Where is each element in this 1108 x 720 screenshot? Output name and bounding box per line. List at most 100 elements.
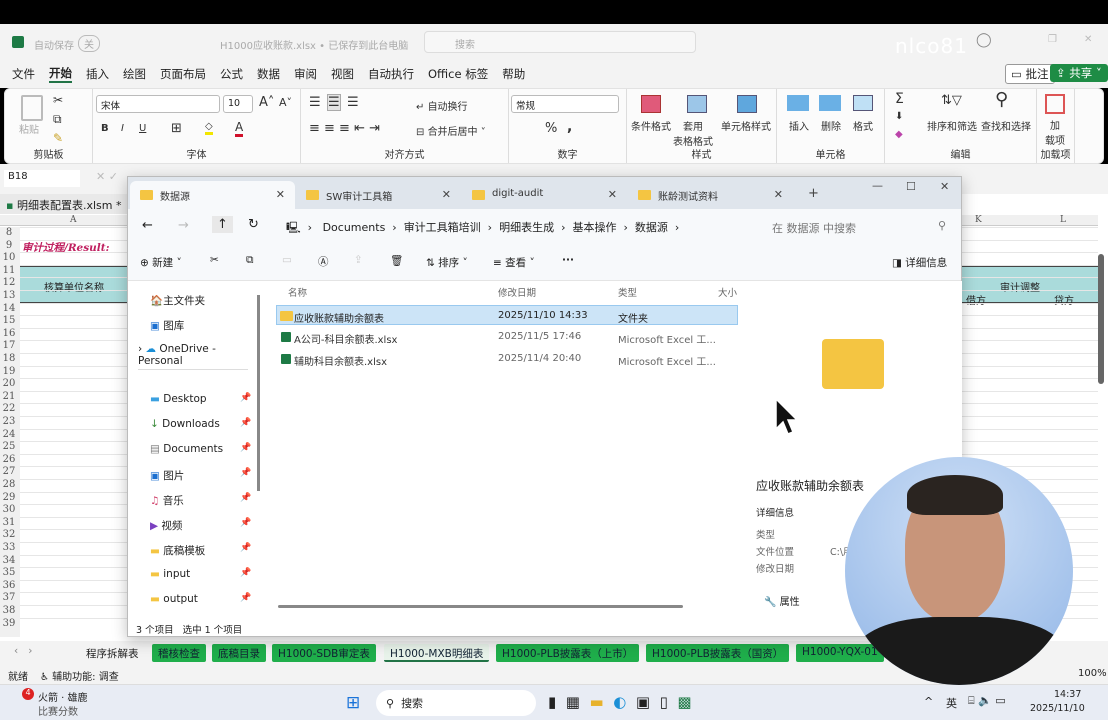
copy-icon[interactable]: ⧉	[53, 112, 62, 127]
sheet-tab-active[interactable]: H1000-MXB明细表	[384, 644, 490, 662]
align-left-icon[interactable]: ≡ ≡ ≡ ⇤ ⇥	[309, 121, 380, 136]
horizontal-scrollbar[interactable]	[278, 605, 683, 608]
nav-item[interactable]: ▬ input 📌	[150, 568, 251, 580]
more-button[interactable]: ···	[562, 254, 574, 266]
tab-review[interactable]: 审阅	[294, 66, 317, 82]
row-header[interactable]: 21	[0, 391, 18, 402]
workbook-tab[interactable]: ▪ 明细表配置表.xlsm *	[0, 194, 130, 214]
sort-filter-button[interactable]: 排序和筛选	[927, 118, 977, 133]
new-button[interactable]: ⊕ 新建 ˅	[140, 255, 182, 270]
column-size[interactable]: 大小	[718, 285, 737, 299]
delete-cells-icon[interactable]	[819, 95, 841, 111]
explorer-tab[interactable]: digit-audit ✕	[462, 181, 627, 209]
pin-icon[interactable]: 📌	[240, 493, 251, 503]
row-header[interactable]: 25	[0, 441, 18, 452]
news-title[interactable]: 火箭 · 雄鹿	[38, 689, 88, 704]
minimize-icon[interactable]: —	[872, 179, 883, 192]
prev-sheet-icon[interactable]: ‹ ›	[14, 645, 32, 657]
restore-icon[interactable]: ❐	[1048, 34, 1057, 45]
row-header[interactable]: 9	[0, 240, 18, 251]
row-header[interactable]: 8	[0, 227, 18, 238]
addins-button[interactable]: 加 载项	[1045, 117, 1065, 147]
clear-icon[interactable]: ◆	[895, 129, 903, 140]
search-box[interactable]: 搜索	[424, 31, 696, 53]
file-row[interactable]: 辅助科目余额表.xlsx 2025/11/4 20:40 Microsoft Exc…	[276, 349, 738, 369]
breadcrumb[interactable]: 🖳 › Documents › 审计工具箱培训 › 明细表生成 › 基本操作 ›…	[278, 213, 750, 240]
column-name[interactable]: 名称	[288, 285, 307, 299]
pin-icon[interactable]: 📌	[240, 468, 251, 478]
details-pane-button[interactable]: ◨ 详细信息	[892, 255, 947, 270]
row-header[interactable]: 36	[0, 580, 18, 591]
rename-icon[interactable]: Ⓐ	[318, 254, 329, 269]
file-row[interactable]: A公司-科目余额表.xlsx 2025/11/5 17:46 Microsoft E…	[276, 327, 738, 347]
conditional-format-button[interactable]: 条件格式	[631, 118, 671, 133]
tab-view[interactable]: 视图	[331, 66, 354, 82]
merge-center-button[interactable]: ⊟ 合并后居中 ˅	[416, 123, 486, 138]
format-cells-icon[interactable]	[853, 95, 873, 111]
view-button[interactable]: ≡ 查看 ˅	[493, 255, 535, 270]
pin-icon[interactable]: 📌	[240, 568, 251, 578]
tab-formulas[interactable]: 公式	[220, 66, 243, 82]
explorer-tab[interactable]: SW审计工具箱 ✕	[296, 181, 461, 209]
wrap-text-button[interactable]: ↵ 自动换行	[416, 98, 468, 113]
vertical-scrollbar[interactable]	[1098, 254, 1104, 384]
insert-cells-icon[interactable]	[787, 95, 809, 111]
row-header[interactable]: 19	[0, 366, 18, 377]
sort-button[interactable]: ⇅ 排序 ˅	[426, 255, 468, 270]
account-icon[interactable]: ◯	[976, 32, 992, 48]
breadcrumb-item[interactable]: 数据源	[635, 221, 668, 234]
pin-icon[interactable]: 📌	[240, 518, 251, 528]
row-header[interactable]: 31	[0, 517, 18, 528]
sheet-tab[interactable]: H1000-PLB披露表（国资）	[646, 644, 790, 662]
row-header[interactable]: 33	[0, 542, 18, 553]
font-color-icon[interactable]: A	[235, 120, 244, 137]
accessibility-status[interactable]: ♿ 辅助功能: 调查	[40, 668, 119, 683]
italic-button[interactable]: I	[121, 123, 124, 134]
nav-onedrive[interactable]: › ☁ OneDrive - Personal	[138, 343, 258, 367]
copy-icon[interactable]: ⧉	[246, 254, 254, 267]
sheet-tab[interactable]: H1000-SDB审定表	[272, 644, 376, 662]
close-tab-icon[interactable]: ✕	[276, 188, 285, 201]
column-type[interactable]: 类型	[618, 285, 637, 299]
align-top-icon[interactable]: ☰	[309, 95, 321, 110]
sheet-tab[interactable]: 程序拆解表	[86, 646, 139, 661]
maximize-icon[interactable]: ☐	[906, 180, 916, 193]
addins-icon[interactable]	[1045, 94, 1065, 114]
number-format-select[interactable]: 常规	[511, 95, 619, 113]
row-header[interactable]: 35	[0, 567, 18, 578]
row-header[interactable]: 20	[0, 378, 18, 389]
align-middle-icon[interactable]: ☰	[327, 94, 341, 111]
nav-item[interactable]: ▬ Desktop 📌	[150, 393, 251, 405]
close-tab-icon[interactable]: ✕	[608, 188, 617, 201]
pin-icon[interactable]: 📌	[240, 443, 251, 453]
pin-icon[interactable]: 📌	[240, 543, 251, 553]
new-tab-icon[interactable]: +	[808, 186, 819, 201]
comma-button[interactable]: ,	[567, 119, 572, 135]
cut-icon[interactable]: ✂	[210, 254, 219, 266]
row-header[interactable]: 37	[0, 592, 18, 603]
nav-item[interactable]: ↓ Downloads 📌	[150, 418, 251, 430]
comments-button[interactable]: ▭ 批注	[1005, 64, 1055, 84]
tray-chevron-icon[interactable]: ^	[924, 695, 933, 708]
name-box[interactable]: B18	[4, 170, 80, 187]
tab-page-layout[interactable]: 页面布局	[160, 66, 206, 82]
nav-gallery[interactable]: ▣ 图库	[150, 318, 184, 333]
bold-button[interactable]: B	[101, 123, 109, 134]
tab-data[interactable]: 数据	[257, 66, 280, 82]
row-header[interactable]: 15	[0, 315, 18, 326]
properties-button[interactable]: 🔧 属性	[764, 593, 800, 608]
breadcrumb-item[interactable]: 审计工具箱培训	[404, 221, 481, 234]
align-bottom-icon[interactable]: ☰	[347, 95, 359, 110]
paste-icon[interactable]: ▭	[282, 254, 292, 266]
nav-item[interactable]: ♫ 音乐 📌	[150, 493, 251, 508]
start-icon[interactable]: ⊞	[346, 693, 360, 713]
tab-insert[interactable]: 插入	[86, 66, 109, 82]
borders-icon[interactable]: ⊞	[171, 121, 182, 136]
share-button[interactable]: ⇪ 共享 ˅	[1050, 64, 1108, 82]
delete-icon[interactable]: 🗑	[390, 254, 403, 267]
file-row-selected[interactable]: 应收账款辅助余额表 2025/11/10 14:33 文件夹	[276, 305, 738, 325]
pin-icon[interactable]: 📌	[240, 418, 251, 428]
row-header[interactable]: 38	[0, 605, 18, 616]
pin-icon[interactable]: 📌	[240, 593, 251, 603]
font-name-select[interactable]: 宋体	[96, 95, 220, 113]
